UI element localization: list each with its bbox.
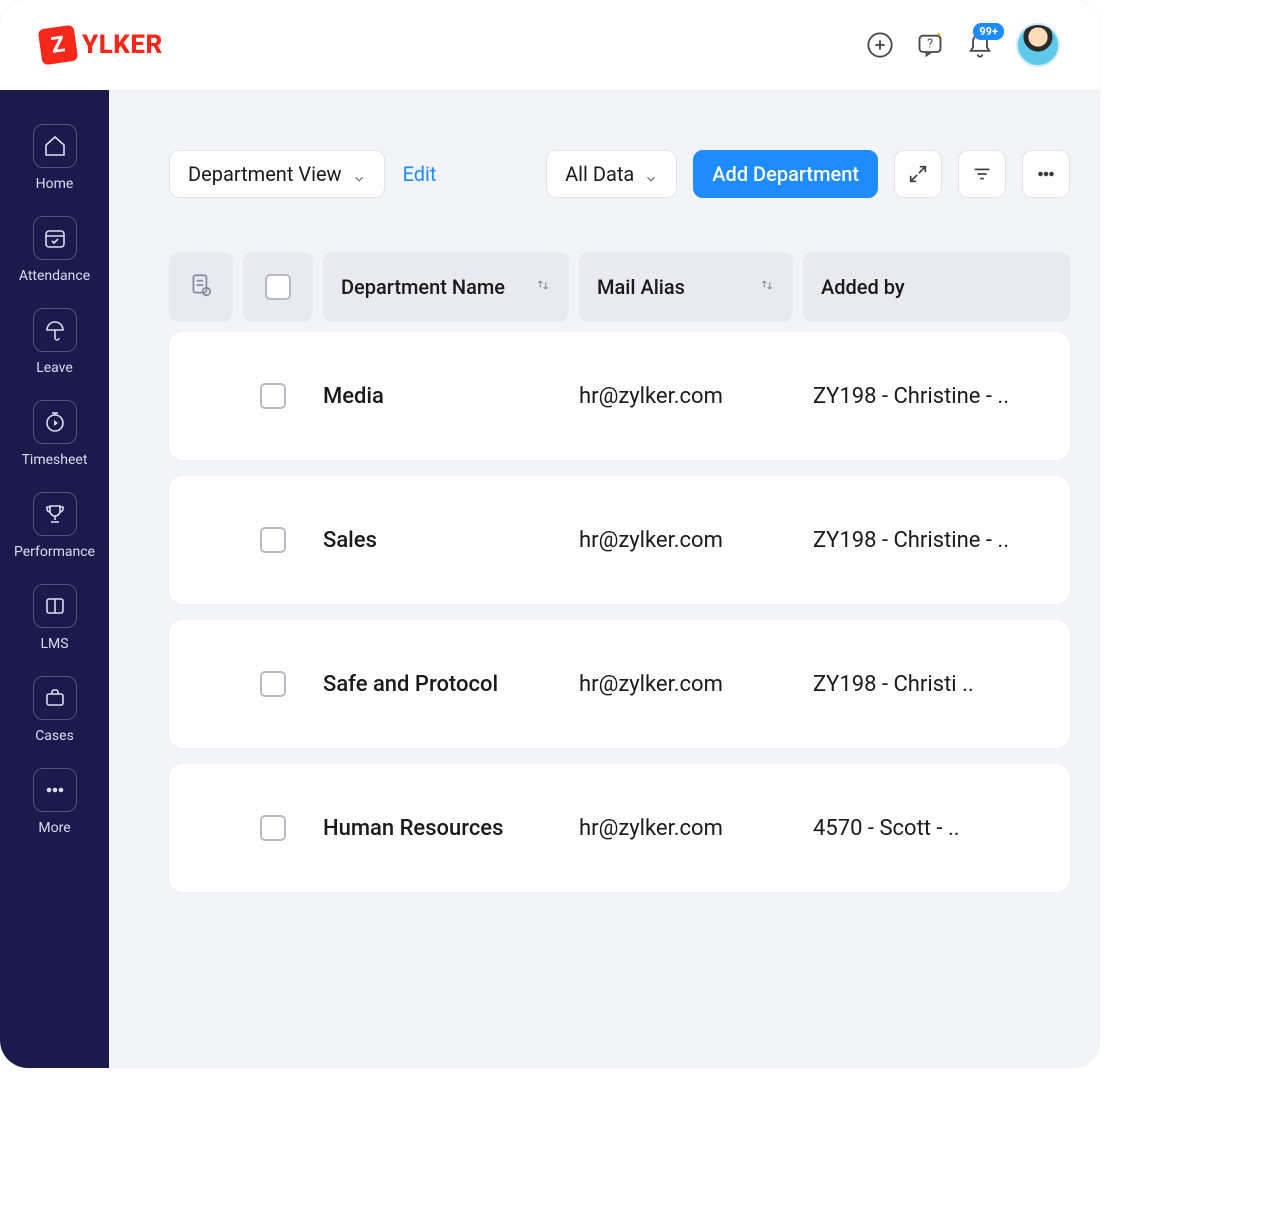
- table-row[interactable]: Safe and Protocol hr@zylker.com ZY198 - Ch…: [169, 620, 1070, 748]
- cell-added-by: ZY198 - Christine - ..: [813, 384, 1052, 409]
- cell-added-by: ZY198 - Christine - ..: [813, 528, 1052, 553]
- column-mail-alias[interactable]: Mail Alias: [579, 252, 793, 322]
- row-checkbox[interactable]: [260, 383, 286, 409]
- add-department-button[interactable]: Add Department: [693, 150, 878, 198]
- row-checkbox-cell: [243, 671, 303, 697]
- brand-logo: Z YLKER: [40, 27, 163, 63]
- more-icon: [33, 768, 77, 812]
- briefcase-icon: [33, 676, 77, 720]
- more-options-button[interactable]: [1022, 150, 1070, 198]
- sidebar-item-timesheet[interactable]: Timesheet: [0, 396, 109, 478]
- row-checkbox-cell: [243, 527, 303, 553]
- sidebar-item-performance[interactable]: Performance: [0, 488, 109, 570]
- sidebar-item-label: More: [38, 820, 70, 836]
- table-row[interactable]: Media hr@zylker.com ZY198 - Christine - ..: [169, 332, 1070, 460]
- column-select-all[interactable]: [243, 252, 313, 322]
- data-filter-dropdown[interactable]: All Data: [546, 150, 677, 198]
- calendar-check-icon: [33, 216, 77, 260]
- column-actions[interactable]: [169, 252, 233, 322]
- book-icon: [33, 584, 77, 628]
- column-department-name[interactable]: Department Name: [323, 252, 569, 322]
- sidebar-item-label: LMS: [40, 636, 68, 652]
- select-all-checkbox[interactable]: [265, 274, 291, 300]
- stopwatch-icon: [33, 400, 77, 444]
- table-header: Department Name Mail Alias Added by: [169, 252, 1070, 322]
- toolbar: Department View Edit All Data Add Depart…: [169, 150, 1070, 198]
- sidebar: Home Attendance Leave Timesheet Performa…: [0, 90, 109, 1068]
- column-label: Department Name: [341, 275, 505, 299]
- cell-added-by: ZY198 - Christi ..: [813, 672, 1052, 697]
- sidebar-item-more[interactable]: More: [0, 764, 109, 846]
- add-department-label: Add Department: [712, 162, 859, 186]
- home-icon: [33, 124, 77, 168]
- sidebar-item-label: Cases: [35, 728, 74, 744]
- cell-department-name: Sales: [313, 528, 569, 553]
- sidebar-item-lms[interactable]: LMS: [0, 580, 109, 662]
- umbrella-icon: [33, 308, 77, 352]
- topbar-actions: ? 99+: [866, 23, 1060, 67]
- chevron-down-icon: [352, 167, 366, 181]
- svg-text:?: ?: [927, 36, 933, 51]
- cell-mail-alias: hr@zylker.com: [579, 528, 803, 553]
- add-circle-icon[interactable]: [866, 31, 894, 59]
- column-label: Mail Alias: [597, 275, 685, 299]
- row-checkbox[interactable]: [260, 527, 286, 553]
- cell-department-name: Media: [313, 384, 569, 409]
- sidebar-item-cases[interactable]: Cases: [0, 672, 109, 754]
- notification-badge: 99+: [973, 23, 1004, 40]
- column-added-by[interactable]: Added by: [803, 252, 1070, 322]
- user-avatar[interactable]: [1016, 23, 1060, 67]
- expand-button[interactable]: [894, 150, 942, 198]
- cell-department-name: Human Resources: [313, 816, 569, 841]
- column-label: Added by: [821, 275, 905, 299]
- sidebar-item-label: Leave: [36, 360, 73, 376]
- cell-mail-alias: hr@zylker.com: [579, 816, 803, 841]
- sort-icon: [535, 275, 551, 300]
- view-dropdown-label: Department View: [188, 162, 342, 186]
- topbar: Z YLKER ? 99+: [0, 0, 1100, 90]
- table-row[interactable]: Sales hr@zylker.com ZY198 - Christine - ..: [169, 476, 1070, 604]
- data-filter-label: All Data: [565, 162, 634, 186]
- row-checkbox-cell: [243, 383, 303, 409]
- edit-link[interactable]: Edit: [399, 162, 441, 186]
- trophy-icon: [33, 492, 77, 536]
- document-icon: [188, 271, 214, 304]
- chevron-down-icon: [644, 167, 658, 181]
- table-row[interactable]: Human Resources hr@zylker.com 4570 - Scott…: [169, 764, 1070, 892]
- main-content: Department View Edit All Data Add Depart…: [109, 90, 1100, 1068]
- table-body: Media hr@zylker.com ZY198 - Christine - ..…: [169, 332, 1070, 892]
- filter-button[interactable]: [958, 150, 1006, 198]
- view-dropdown[interactable]: Department View: [169, 150, 385, 198]
- row-checkbox[interactable]: [260, 815, 286, 841]
- sidebar-item-attendance[interactable]: Attendance: [0, 212, 109, 294]
- cell-added-by: 4570 - Scott - ..: [813, 816, 1052, 841]
- row-checkbox-cell: [243, 815, 303, 841]
- sort-icon: [759, 275, 775, 300]
- cell-department-name: Safe and Protocol: [313, 672, 569, 697]
- sidebar-item-label: Timesheet: [22, 452, 88, 468]
- sidebar-item-label: Attendance: [19, 268, 90, 284]
- sidebar-item-label: Home: [36, 176, 74, 192]
- row-checkbox[interactable]: [260, 671, 286, 697]
- cell-mail-alias: hr@zylker.com: [579, 384, 803, 409]
- cell-mail-alias: hr@zylker.com: [579, 672, 803, 697]
- app-window: Z YLKER ? 99+ Home Attendance: [0, 0, 1100, 1068]
- logo-text: YLKER: [82, 30, 163, 60]
- notifications-icon[interactable]: 99+: [966, 31, 994, 59]
- sidebar-item-leave[interactable]: Leave: [0, 304, 109, 386]
- sidebar-item-home[interactable]: Home: [0, 120, 109, 202]
- logo-badge: Z: [38, 25, 79, 66]
- sidebar-item-label: Performance: [14, 544, 95, 560]
- help-chat-icon[interactable]: ?: [916, 31, 944, 59]
